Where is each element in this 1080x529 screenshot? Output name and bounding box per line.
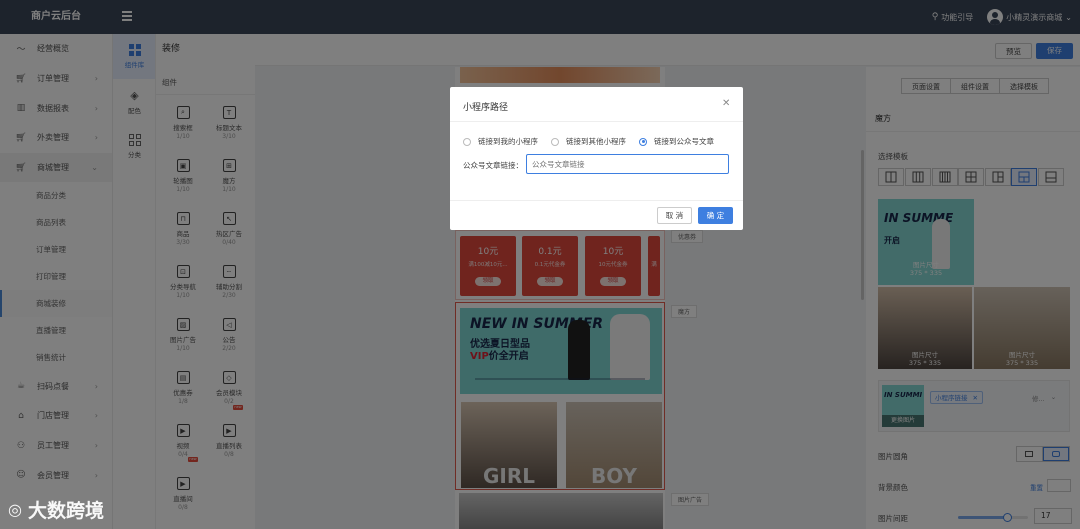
article-link-input[interactable] (526, 154, 729, 174)
modal-backdrop[interactable] (0, 0, 1080, 529)
divider (450, 200, 743, 201)
radio-icon (463, 137, 471, 146)
cancel-button[interactable]: 取 消 (657, 207, 692, 224)
mini-program-path-dialog: 小程序路径 ✕ 链接到我的小程序 链接到其他小程序 链接到公众号文章 公众号文章… (450, 87, 743, 230)
radio-label: 链接到公众号文章 (654, 137, 714, 146)
radio-official-article[interactable]: 链接到公众号文章 (639, 136, 714, 147)
radio-label: 链接到我的小程序 (478, 137, 538, 146)
dialog-title: 小程序路径 (463, 103, 509, 113)
radio-other-program[interactable]: 链接到其他小程序 (551, 136, 626, 147)
radio-my-program[interactable]: 链接到我的小程序 (463, 136, 538, 147)
confirm-button[interactable]: 确 定 (698, 207, 733, 224)
watermark-text: 大数跨境 (27, 500, 104, 522)
watermark-logo-icon: ◎ (8, 500, 22, 519)
radio-selected-icon (639, 137, 647, 146)
radio-label: 链接到其他小程序 (566, 137, 626, 146)
divider (450, 121, 743, 122)
radio-icon (551, 137, 559, 146)
link-type-radio-group: 链接到我的小程序 链接到其他小程序 链接到公众号文章 (463, 136, 714, 147)
article-link-label: 公众号文章链接： (463, 161, 523, 170)
watermark: ◎ 大数跨境 (8, 496, 104, 523)
close-icon[interactable]: ✕ (722, 98, 730, 109)
